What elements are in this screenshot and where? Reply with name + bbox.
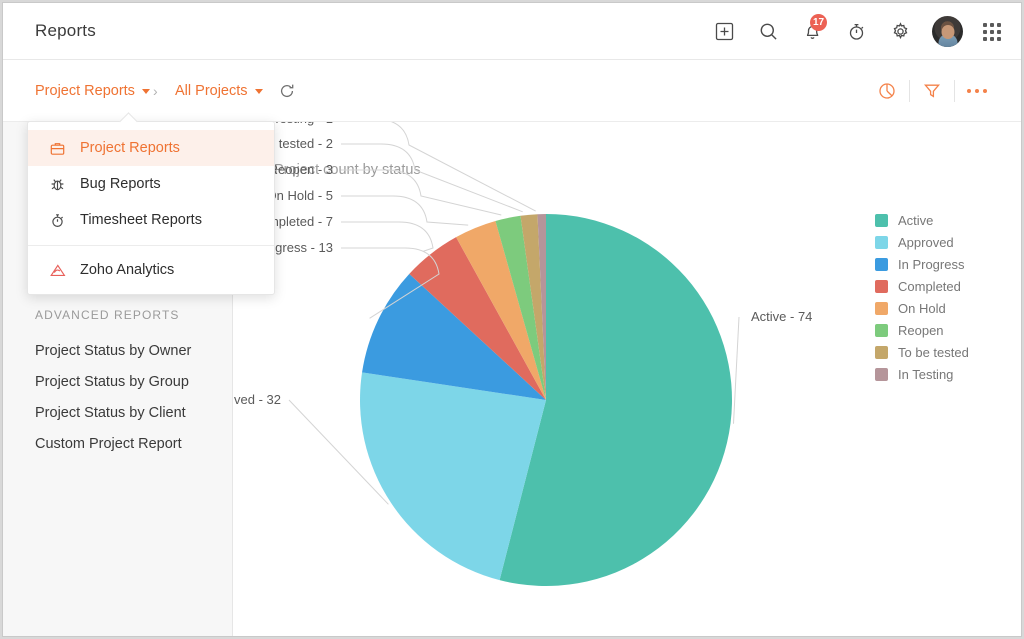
page-title: Reports — [35, 21, 96, 41]
notifications-icon[interactable]: 17 — [800, 20, 824, 44]
legend-label: On Hold — [898, 301, 946, 316]
refresh-icon[interactable] — [279, 60, 295, 122]
breadcrumb-label: Project Reports — [35, 83, 135, 99]
sidebar-item-project-status-by-client[interactable]: Project Status by Client — [35, 398, 225, 429]
pie-slice-group — [360, 214, 732, 586]
legend-item-approved[interactable]: Approved — [875, 231, 969, 253]
dropdown-item-label: Zoho Analytics — [80, 262, 174, 278]
chart-legend: Active Approved In Progress Completed On… — [875, 209, 969, 385]
leader-line — [341, 144, 523, 212]
legend-label: Active — [898, 213, 933, 228]
leader-line — [341, 170, 501, 215]
notification-badge: 17 — [810, 14, 827, 31]
sidebar-advanced-list: Project Status by Owner Project Status b… — [35, 336, 225, 460]
leader-line — [341, 196, 468, 225]
sidebar-item-project-status-by-owner[interactable]: Project Status by Owner — [35, 336, 225, 367]
dropdown-item-label: Bug Reports — [80, 176, 161, 192]
project-reports-dropdown: Project Reports Bug Reports Timesheet Re… — [27, 121, 275, 295]
filter-icon[interactable] — [910, 78, 954, 104]
legend-label: To be tested — [898, 345, 969, 360]
user-avatar[interactable] — [932, 16, 963, 47]
search-icon[interactable] — [756, 20, 780, 44]
legend-item-active[interactable]: Active — [875, 209, 969, 231]
chart-panel: Project count by status Active - 74Appro… — [234, 122, 1021, 636]
legend-swatch — [875, 258, 888, 271]
legend-swatch — [875, 280, 888, 293]
bug-icon — [49, 177, 66, 192]
legend-item-reopen[interactable]: Reopen — [875, 319, 969, 341]
breadcrumb-label: All Projects — [175, 83, 248, 99]
apps-grid-icon[interactable] — [983, 23, 1001, 41]
header-icon-group: 17 — [712, 3, 1001, 60]
breadcrumb-project-reports[interactable]: Project Reports — [35, 60, 150, 122]
breadcrumb-separator: › — [153, 60, 158, 122]
legend-swatch — [875, 214, 888, 227]
chart-type-icon[interactable] — [865, 78, 909, 104]
sidebar-item-custom-project-report[interactable]: Custom Project Report — [35, 429, 225, 460]
briefcase-icon — [49, 141, 66, 156]
legend-label: Completed — [898, 279, 961, 294]
legend-item-completed[interactable]: Completed — [875, 275, 969, 297]
leader-line — [341, 122, 536, 211]
dropdown-item-zoho-analytics[interactable]: Zoho Analytics — [28, 252, 274, 288]
legend-item-on-hold[interactable]: On Hold — [875, 297, 969, 319]
chart-toolbar — [865, 60, 999, 122]
pie-slice-label: Approved - 32 — [234, 392, 281, 407]
pie-slice-label: Active - 74 — [751, 309, 812, 324]
legend-label: Approved — [898, 235, 954, 250]
legend-item-in-testing[interactable]: In Testing — [875, 363, 969, 385]
settings-icon[interactable] — [888, 20, 912, 44]
legend-swatch — [875, 302, 888, 315]
dropdown-item-label: Timesheet Reports — [80, 212, 202, 228]
dropdown-divider — [28, 245, 274, 246]
legend-swatch — [875, 346, 888, 359]
stopwatch-icon — [49, 213, 66, 228]
leader-line — [341, 222, 433, 251]
pie-slice-label: Reopen - 3 — [269, 162, 333, 177]
breadcrumb-bar: Project Reports › All Projects — [3, 60, 1021, 122]
leader-line — [733, 317, 739, 424]
top-header: Reports 17 — [3, 3, 1021, 60]
timer-icon[interactable] — [844, 20, 868, 44]
dropdown-item-project-reports[interactable]: Project Reports — [28, 130, 274, 166]
dropdown-item-timesheet-reports[interactable]: Timesheet Reports — [28, 202, 274, 238]
legend-swatch — [875, 236, 888, 249]
chevron-down-icon — [142, 89, 150, 94]
legend-item-to-be-tested[interactable]: To be tested — [875, 341, 969, 363]
legend-item-in-progress[interactable]: In Progress — [875, 253, 969, 275]
sidebar-item-project-status-by-group[interactable]: Project Status by Group — [35, 367, 225, 398]
add-icon[interactable] — [712, 20, 736, 44]
pie-slice-label: On Hold - 5 — [267, 188, 333, 203]
app-window: Reports 17 — [2, 2, 1022, 637]
dropdown-item-bug-reports[interactable]: Bug Reports — [28, 166, 274, 202]
chevron-down-icon — [255, 89, 263, 94]
legend-label: In Progress — [898, 257, 964, 272]
sidebar-section-title: ADVANCED REPORTS — [35, 308, 180, 322]
dropdown-item-label: Project Reports — [80, 140, 180, 156]
more-options-icon[interactable] — [955, 78, 999, 104]
breadcrumb-all-projects[interactable]: All Projects — [175, 60, 263, 122]
analytics-icon — [49, 263, 66, 278]
legend-swatch — [875, 324, 888, 337]
legend-label: In Testing — [898, 367, 953, 382]
legend-swatch — [875, 368, 888, 381]
legend-label: Reopen — [898, 323, 944, 338]
